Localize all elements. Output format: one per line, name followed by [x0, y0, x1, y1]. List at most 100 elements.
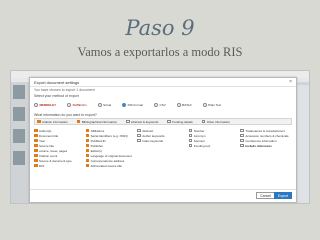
export-button[interactable]: Export — [273, 192, 292, 199]
checkbox[interactable] — [34, 163, 38, 168]
field-column: Tradenames & manufacturers Accession numb… — [240, 128, 292, 182]
method-option-mendeley[interactable]: MENDELEY — [34, 102, 56, 107]
field-label: PubMed ID — [90, 138, 106, 143]
dialog-title: Export document settings — [34, 80, 80, 85]
field-option[interactable]: Tradenames & manufacturers — [240, 128, 292, 133]
field-option[interactable]: Index keywords — [137, 138, 189, 143]
close-icon[interactable]: × — [289, 79, 292, 85]
checkbox[interactable] — [188, 138, 193, 143]
checkbox[interactable] — [240, 128, 244, 133]
checkbox[interactable] — [188, 143, 193, 148]
radio-button[interactable] — [202, 102, 207, 107]
checkbox[interactable] — [34, 143, 38, 148]
checkbox[interactable] — [34, 128, 38, 133]
sidebar-block — [13, 85, 25, 99]
category-label: Abstract & keywords — [131, 119, 159, 124]
method-label: Scival — [103, 102, 112, 107]
checkbox[interactable] — [85, 143, 90, 148]
method-option-bibtex[interactable]: BibTeX — [176, 102, 192, 107]
checkbox[interactable] — [201, 119, 206, 124]
field-label: Year — [39, 138, 46, 143]
category-label: Bibliographical information — [81, 119, 118, 124]
checkbox[interactable] — [240, 138, 244, 143]
field-option[interactable]: Accession numbers & chemicals — [240, 133, 292, 138]
app-sidebar — [13, 85, 27, 203]
method-option-ris[interactable]: RIS Format — [122, 102, 143, 107]
export-info-label: What information do you want to export? — [34, 113, 97, 117]
checkbox[interactable] — [240, 133, 244, 138]
field-option[interactable]: DOI — [34, 163, 86, 168]
checkbox[interactable] — [85, 148, 90, 153]
checkbox[interactable] — [34, 148, 38, 153]
radio-button[interactable] — [122, 102, 127, 107]
field-label: Correspondence address — [90, 158, 125, 163]
field-label: Number — [193, 128, 205, 133]
method-label: CSV — [159, 102, 166, 107]
cancel-button[interactable]: Cancel — [256, 192, 275, 199]
field-label: Publisher — [90, 143, 104, 148]
field-label: DOI — [39, 163, 45, 168]
checkbox[interactable] — [188, 133, 193, 138]
slide-title: Paso 9 — [125, 16, 195, 40]
checkbox[interactable] — [37, 119, 41, 124]
category-other[interactable]: Other information — [200, 120, 230, 124]
info-category-bar: Citation information Bibliographical inf… — [34, 118, 292, 125]
checkbox[interactable] — [137, 138, 141, 143]
radio-button[interactable] — [67, 102, 72, 107]
method-option-csv[interactable]: CSV — [153, 102, 166, 107]
sidebar-block — [13, 151, 25, 165]
sidebar-block — [13, 107, 25, 121]
field-label: Abbreviated source title — [90, 163, 122, 168]
category-label: Funding details — [172, 119, 193, 124]
method-label: RefWorks — [72, 102, 87, 107]
category-bibliographical[interactable]: Bibliographical information — [75, 120, 117, 124]
radio-button[interactable] — [176, 102, 181, 107]
slide-subtitle: Vamos a exportarlos a modo RIS — [77, 45, 243, 59]
checkbox[interactable] — [34, 153, 38, 158]
field-option[interactable]: Abbreviated source title — [85, 163, 138, 168]
field-label: Conference information — [245, 138, 277, 143]
divider — [30, 189, 296, 190]
field-column: Affiliations Serial identifiers (e.g. ISS… — [85, 128, 138, 182]
field-option[interactable]: Language of original document — [85, 153, 138, 158]
field-label: volume, issue, pages — [39, 148, 68, 153]
method-label: Plain Text — [208, 102, 222, 107]
field-label: Tradenames & manufacturers — [245, 128, 285, 133]
method-option-plain-text[interactable]: Plain Text — [202, 102, 222, 107]
checkbox[interactable] — [34, 133, 38, 138]
radio-button[interactable] — [97, 102, 102, 107]
field-label: Accession numbers & chemicals — [245, 133, 289, 138]
field-column: Author(s) Document title Year Source title v… — [34, 128, 86, 182]
checkbox[interactable] — [126, 119, 130, 124]
field-label: Language of original document — [90, 153, 132, 158]
checkbox[interactable] — [85, 128, 90, 133]
checkbox[interactable] — [188, 128, 193, 133]
checkbox[interactable] — [34, 158, 38, 163]
field-label: Include references — [245, 143, 272, 148]
divider — [30, 86, 296, 87]
export-method-label: Select your method of export — [34, 94, 79, 98]
checkbox[interactable] — [85, 138, 90, 143]
radio-button[interactable] — [153, 102, 158, 107]
field-columns: Author(s) Document title Year Source title v… — [34, 128, 292, 182]
field-label: Document title — [39, 133, 59, 138]
checkbox[interactable] — [76, 119, 81, 124]
checkbox[interactable] — [137, 133, 141, 138]
category-citation[interactable]: Citation information — [35, 120, 68, 124]
checkbox[interactable] — [85, 153, 90, 158]
checkbox[interactable] — [137, 128, 141, 133]
method-option-scival[interactable]: Scival — [97, 102, 112, 107]
checkbox[interactable] — [85, 133, 90, 138]
category-funding[interactable]: Funding details — [165, 119, 193, 124]
field-option[interactable]: Funding text — [188, 143, 241, 148]
method-option-refworks[interactable]: RefWorks — [67, 102, 87, 107]
category-abstract[interactable]: Abstract & keywords — [124, 120, 158, 124]
screenshot-frame: Export document settings × You have chos… — [10, 70, 310, 204]
radio-button[interactable] — [34, 102, 38, 107]
checkbox[interactable] — [85, 158, 90, 163]
checkbox[interactable] — [85, 163, 90, 168]
checkbox[interactable] — [34, 138, 38, 143]
checkbox[interactable] — [167, 119, 171, 124]
checkbox[interactable] — [240, 143, 244, 148]
field-option[interactable]: Include references — [240, 143, 292, 148]
